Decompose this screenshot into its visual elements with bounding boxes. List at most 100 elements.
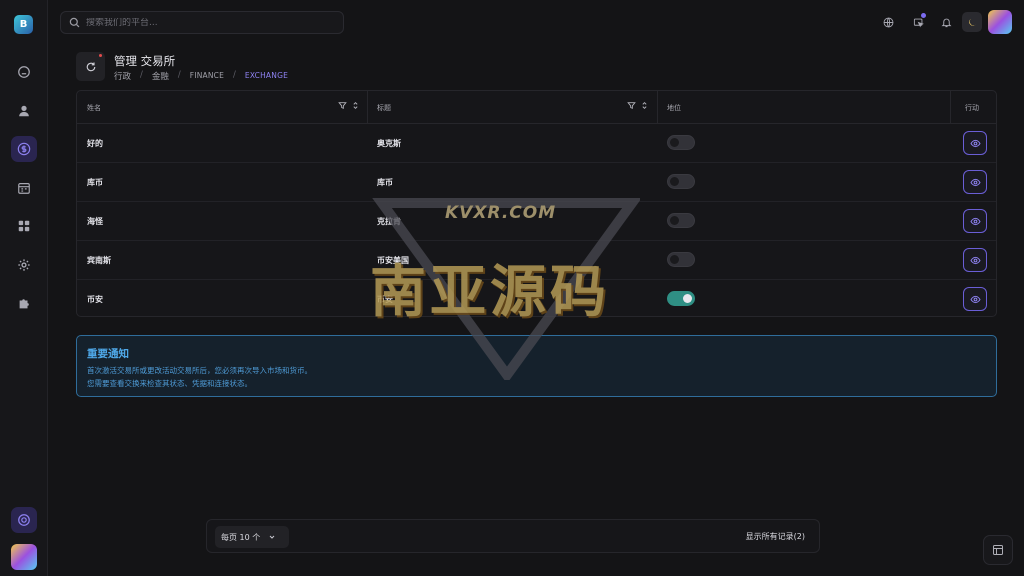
table-header: 姓名 标题 地位 行动 bbox=[77, 91, 996, 124]
sidebar-item-calendar[interactable] bbox=[11, 175, 37, 201]
user-avatar[interactable] bbox=[988, 10, 1012, 34]
sidebar-item-settings[interactable] bbox=[11, 252, 37, 278]
row-title: 克拉肯 bbox=[377, 216, 401, 226]
toggle-knob bbox=[670, 216, 679, 225]
search-input[interactable] bbox=[86, 17, 326, 28]
eye-icon bbox=[969, 178, 981, 186]
sidebar: B bbox=[0, 0, 48, 576]
eye-icon bbox=[969, 295, 981, 303]
page-icon bbox=[76, 52, 105, 81]
bell-icon bbox=[941, 18, 951, 27]
sort-icon[interactable] bbox=[351, 101, 360, 110]
row-title: 奥克斯 bbox=[377, 138, 401, 148]
shortcuts-button[interactable] bbox=[909, 13, 927, 31]
theme-toggle-button[interactable] bbox=[962, 12, 982, 32]
refresh-icon bbox=[86, 62, 95, 71]
calendar-icon bbox=[18, 183, 30, 194]
notice-line: 首次激活交易所或更改活动交易所后，您必须再次导入市场和货币。 bbox=[87, 366, 312, 375]
globe-icon bbox=[883, 17, 893, 27]
table-row: 库币 库币 bbox=[77, 163, 996, 202]
notice-title: 重要通知 bbox=[87, 348, 129, 360]
notice-line: 您需要查看交换来检查其状态、凭据和连接状态。 bbox=[87, 379, 252, 388]
table-row: 币安 币安 bbox=[77, 280, 996, 316]
sidebar-avatar[interactable] bbox=[11, 544, 37, 570]
row-name: 库币 bbox=[87, 177, 103, 187]
view-button[interactable] bbox=[963, 287, 987, 311]
chevron-down-icon bbox=[269, 535, 275, 539]
user-icon bbox=[19, 105, 29, 117]
toggle-knob bbox=[683, 294, 692, 303]
gear-icon bbox=[18, 259, 30, 271]
breadcrumb: 行政 / 金融 / FINANCE / EXCHANGE bbox=[114, 70, 288, 82]
lifebuoy-icon bbox=[18, 514, 30, 526]
status-toggle[interactable] bbox=[667, 213, 695, 228]
breadcrumb-item[interactable]: 金融 bbox=[152, 70, 169, 82]
per-page-select[interactable]: 每页 10 个 bbox=[215, 526, 289, 548]
filter-icon[interactable] bbox=[627, 101, 636, 110]
column-header-name[interactable]: 姓名 bbox=[87, 91, 101, 124]
column-tools-name bbox=[338, 101, 360, 110]
row-name: 币安 bbox=[87, 294, 103, 304]
view-button[interactable] bbox=[963, 170, 987, 194]
search-icon bbox=[69, 17, 80, 28]
per-page-value: 每页 10 个 bbox=[221, 532, 261, 542]
sidebar-item-users[interactable] bbox=[11, 98, 37, 124]
home-icon bbox=[18, 66, 30, 78]
status-toggle[interactable] bbox=[667, 174, 695, 189]
row-name: 好的 bbox=[87, 138, 103, 148]
row-name: 海怪 bbox=[87, 216, 103, 226]
filter-icon[interactable] bbox=[338, 101, 347, 110]
column-divider bbox=[950, 91, 951, 124]
breadcrumb-separator: / bbox=[177, 70, 181, 80]
sidebar-item-extensions[interactable] bbox=[11, 291, 37, 317]
status-dot bbox=[99, 54, 102, 57]
view-button[interactable] bbox=[963, 209, 987, 233]
language-button[interactable] bbox=[879, 13, 897, 31]
sidebar-item-home[interactable] bbox=[11, 59, 37, 85]
row-title: 币安 bbox=[377, 294, 393, 304]
dollar-icon bbox=[17, 142, 31, 156]
eye-icon bbox=[969, 139, 981, 147]
breadcrumb-item[interactable]: 行政 bbox=[114, 70, 131, 82]
row-title: 库币 bbox=[377, 177, 393, 187]
puzzle-icon bbox=[19, 299, 29, 309]
search-bar[interactable] bbox=[60, 11, 344, 34]
sort-icon[interactable] bbox=[640, 101, 649, 110]
important-notice: 重要通知 首次激活交易所或更改活动交易所后，您必须再次导入市场和货币。 您需要查… bbox=[76, 335, 997, 397]
grid-icon bbox=[18, 220, 30, 232]
notifications-button[interactable] bbox=[937, 13, 955, 31]
sidebar-item-finance[interactable] bbox=[11, 136, 37, 162]
column-header-title[interactable]: 标题 bbox=[377, 91, 391, 124]
layout-icon bbox=[993, 545, 1003, 555]
row-name: 宾南斯 bbox=[87, 255, 111, 265]
view-button[interactable] bbox=[963, 131, 987, 155]
status-toggle[interactable] bbox=[667, 252, 695, 267]
app-logo[interactable]: B bbox=[14, 15, 33, 34]
breadcrumb-item[interactable]: FINANCE bbox=[190, 70, 224, 82]
pagination-bar: 每页 10 个 显示所有记录(2) bbox=[206, 519, 820, 553]
column-divider bbox=[367, 91, 368, 124]
column-header-status: 地位 bbox=[667, 103, 681, 112]
toggle-knob bbox=[670, 177, 679, 186]
cursor-icon bbox=[913, 18, 924, 27]
breadcrumb-separator: / bbox=[233, 70, 236, 80]
notification-dot bbox=[921, 13, 926, 18]
toggle-knob bbox=[670, 138, 679, 147]
exchange-table: 姓名 标题 地位 行动 好的 奥克斯 库币 库币 海怪 克拉肯 宾南斯 币安美国… bbox=[76, 90, 997, 317]
column-divider bbox=[657, 91, 658, 124]
eye-icon bbox=[969, 256, 981, 264]
breadcrumb-separator: / bbox=[140, 70, 143, 80]
eye-icon bbox=[969, 217, 981, 225]
moon-icon bbox=[968, 18, 976, 26]
breadcrumb-current: EXCHANGE bbox=[244, 71, 289, 80]
table-row: 好的 奥克斯 bbox=[77, 124, 996, 163]
status-toggle[interactable] bbox=[667, 291, 695, 306]
view-button[interactable] bbox=[963, 248, 987, 272]
status-toggle[interactable] bbox=[667, 135, 695, 150]
sidebar-item-apps[interactable] bbox=[11, 213, 37, 239]
sidebar-item-support[interactable] bbox=[11, 507, 37, 533]
row-title: 币安美国 bbox=[377, 255, 409, 265]
toggle-knob bbox=[670, 255, 679, 264]
records-count: 显示所有记录(2) bbox=[745, 532, 805, 541]
layout-customizer-button[interactable] bbox=[983, 535, 1013, 565]
